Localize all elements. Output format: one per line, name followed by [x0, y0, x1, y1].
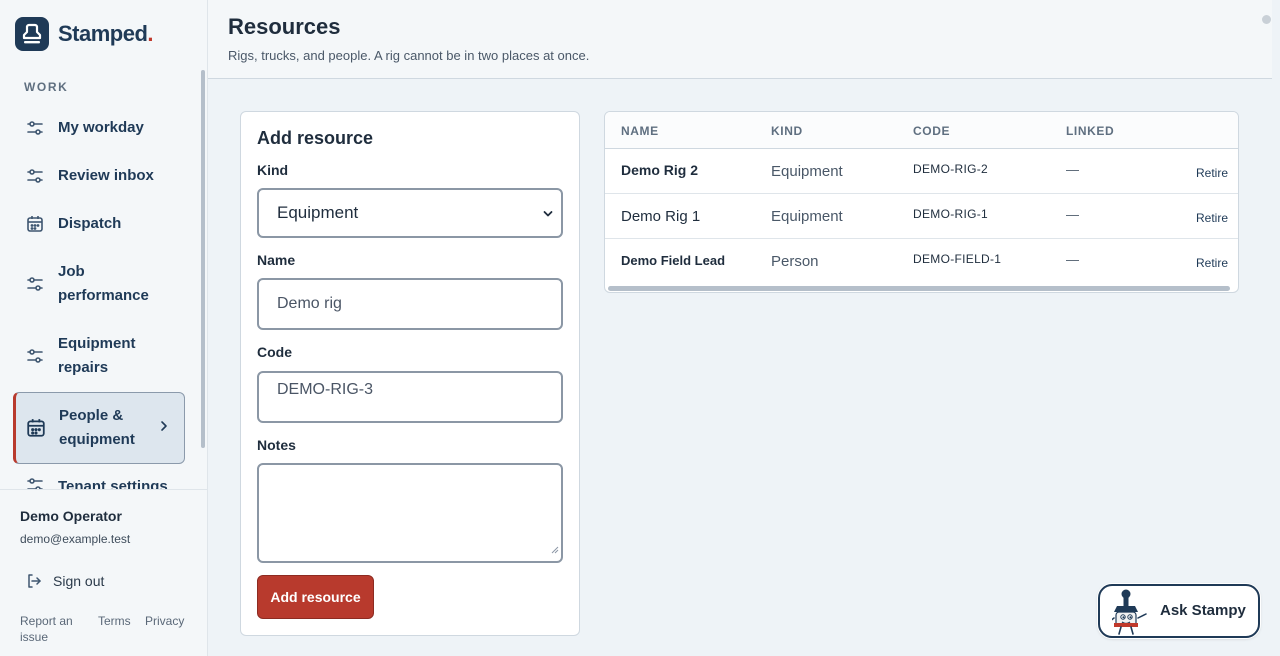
sidebar-item-label: Job performance: [58, 263, 149, 304]
row-name: Demo Field Lead: [621, 253, 726, 268]
sign-out-button[interactable]: Sign out: [25, 572, 104, 590]
sidebar-item-tenant-settings[interactable]: Tenant settings: [13, 468, 185, 490]
row-name: Demo Rig 1: [621, 208, 701, 225]
notes-textarea[interactable]: [257, 463, 563, 563]
add-resource-button[interactable]: Add resource: [257, 575, 374, 619]
brand-name: Stamped.: [58, 21, 154, 46]
user-name: Demo Operator: [20, 508, 122, 524]
privacy-link[interactable]: Privacy: [145, 613, 184, 629]
nav-section-title: WORK: [24, 80, 69, 94]
brand[interactable]: Stamped.: [15, 17, 154, 51]
table-horizontal-scrollbar[interactable]: [608, 286, 1230, 291]
sliders-icon: [24, 474, 46, 490]
report-issue-link[interactable]: Report an issue: [20, 613, 90, 645]
chevron-right-icon: [160, 416, 168, 440]
row-linked: —: [1066, 252, 1079, 267]
terms-link[interactable]: Terms: [98, 613, 131, 629]
form-title: Add resource: [257, 128, 374, 148]
retire-button[interactable]: Retire: [1196, 166, 1228, 180]
page-subtitle: Rigs, trucks, and people. A rig cannot b…: [228, 48, 590, 63]
sliders-icon: [24, 165, 46, 187]
sidebar: Stamped. WORK My workday Review inbox Di…: [0, 0, 208, 656]
row-kind: Equipment: [771, 208, 843, 225]
column-header-linked[interactable]: LINKED: [1066, 124, 1114, 138]
sidebar-item-my-workday[interactable]: My workday: [13, 104, 185, 152]
page-scrollbar[interactable]: [1262, 15, 1271, 24]
sliders-icon: [24, 345, 46, 367]
code-input[interactable]: DEMO-RIG-3: [257, 371, 563, 423]
sidebar-item-equipment-repairs[interactable]: Equipment repairs: [13, 320, 185, 392]
column-header-kind[interactable]: KIND: [771, 124, 803, 138]
sidebar-nav: WORK My workday Review inbox Dispatch Jo…: [0, 66, 208, 490]
ask-stampy-label: Ask Stampy: [1160, 602, 1246, 619]
retire-button[interactable]: Retire: [1196, 256, 1228, 270]
sidebar-item-label: Review inbox: [58, 167, 154, 184]
row-kind: Equipment: [771, 163, 843, 180]
add-resource-form: Add resource Kind Equipment Name Demo ri…: [240, 111, 580, 636]
row-code: DEMO-RIG-1: [913, 207, 988, 221]
sidebar-item-label: Equipment repairs: [58, 335, 136, 376]
user-email: demo@example.test: [20, 532, 131, 546]
sidebar-item-people-equipment[interactable]: People & equipment: [13, 392, 185, 464]
name-input[interactable]: Demo rig: [257, 278, 563, 330]
table-row[interactable]: Demo Field Lead Person DEMO-FIELD-1 — Re…: [605, 239, 1238, 284]
sidebar-item-dispatch[interactable]: Dispatch: [13, 200, 185, 248]
sliders-icon: [24, 117, 46, 139]
sign-out-icon: [25, 572, 43, 590]
stampy-mascot-icon: [1108, 588, 1152, 641]
sidebar-item-label: My workday: [58, 119, 144, 136]
kind-label: Kind: [257, 162, 289, 178]
notes-label: Notes: [257, 437, 296, 453]
retire-button[interactable]: Retire: [1196, 211, 1228, 225]
calendar-icon: [25, 417, 47, 439]
calendar-icon: [24, 213, 46, 235]
column-header-name[interactable]: NAME: [621, 124, 659, 138]
page-header: Resources Rigs, trucks, and people. A ri…: [208, 0, 1272, 79]
ask-stampy-button[interactable]: Ask Stampy: [1098, 584, 1260, 638]
name-label: Name: [257, 252, 296, 268]
resources-table: NAME KIND CODE LINKED Demo Rig 2 Equipme…: [604, 111, 1239, 293]
resize-handle-icon[interactable]: [551, 541, 559, 559]
chevron-down-icon: [543, 203, 553, 223]
sidebar-item-job-performance[interactable]: Job performance: [13, 248, 185, 320]
column-header-code[interactable]: CODE: [913, 124, 950, 138]
row-name: Demo Rig 2: [621, 162, 699, 178]
table-row[interactable]: Demo Rig 2 Equipment DEMO-RIG-2 — Retire: [605, 149, 1238, 194]
sidebar-item-review-inbox[interactable]: Review inbox: [13, 152, 185, 200]
row-linked: —: [1066, 207, 1079, 222]
row-code: DEMO-RIG-2: [913, 162, 988, 176]
row-kind: Person: [771, 253, 819, 270]
sidebar-item-label: Tenant settings: [58, 478, 168, 490]
table-row[interactable]: Demo Rig 1 Equipment DEMO-RIG-1 — Retire: [605, 194, 1238, 239]
kind-select[interactable]: Equipment: [257, 188, 563, 238]
page-title: Resources: [228, 14, 341, 39]
sidebar-scrollbar[interactable]: [201, 70, 205, 448]
code-placeholder: DEMO-RIG-3: [277, 381, 373, 398]
row-linked: —: [1066, 162, 1079, 177]
sidebar-footer: Demo Operator demo@example.test Sign out…: [0, 489, 208, 656]
sign-out-label: Sign out: [53, 573, 105, 589]
stamp-logo-icon: [15, 17, 49, 51]
table-header: NAME KIND CODE LINKED: [605, 112, 1238, 149]
row-code: DEMO-FIELD-1: [913, 252, 1002, 266]
sidebar-item-label: Dispatch: [58, 215, 122, 232]
sliders-icon: [24, 273, 46, 295]
sidebar-item-label: People & equipment: [59, 407, 135, 448]
name-placeholder: Demo rig: [277, 295, 342, 312]
kind-selected-value: Equipment: [277, 203, 359, 222]
code-label: Code: [257, 344, 292, 360]
